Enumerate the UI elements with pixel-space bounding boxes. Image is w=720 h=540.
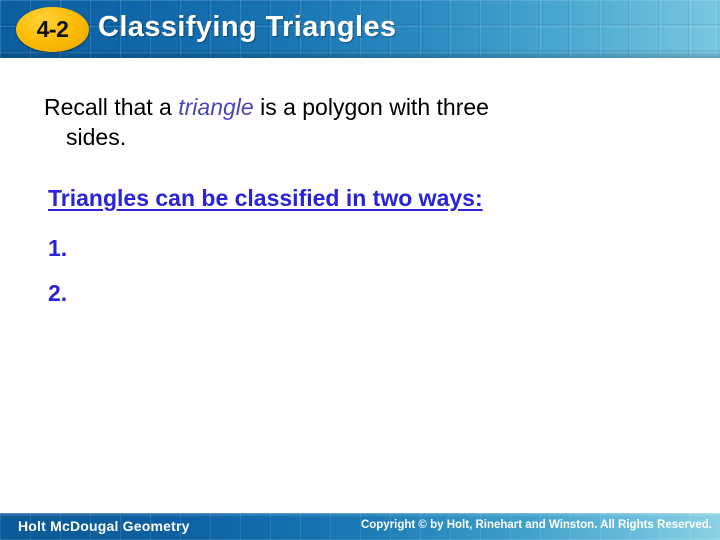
classify-heading: Triangles can be classified in two ways: bbox=[48, 185, 483, 211]
lesson-number-badge: 4-2 bbox=[16, 7, 89, 52]
recall-paragraph: Recall that a triangle is a polygon with… bbox=[44, 92, 684, 153]
list-item: 1. bbox=[48, 233, 67, 278]
recall-text-line2: sides. bbox=[66, 124, 127, 151]
slide-content-area: Recall that a triangle is a polygon with… bbox=[44, 92, 684, 306]
footer-book-title: Holt McDougal Geometry bbox=[18, 518, 190, 534]
slide-footer-bar: Holt McDougal Geometry Copyright © by Ho… bbox=[0, 513, 720, 540]
slide-header-bar: 4-2 Classifying Triangles bbox=[0, 0, 720, 58]
header-bottom-shadow bbox=[0, 50, 720, 58]
vocabulary-term-triangle: triangle bbox=[178, 94, 254, 120]
recall-text-prefix: Recall that a bbox=[44, 94, 179, 120]
footer-top-highlight bbox=[0, 513, 720, 517]
classification-list: 1. 2. bbox=[48, 233, 67, 323]
lesson-number-label: 4-2 bbox=[36, 16, 69, 42]
list-item: 2. bbox=[48, 278, 67, 323]
slide-title: Classifying Triangles bbox=[98, 11, 397, 43]
recall-text-suffix: is a polygon with three bbox=[253, 94, 489, 120]
list-item-marker: 1. bbox=[48, 235, 68, 261]
list-item-marker: 2. bbox=[48, 280, 68, 306]
footer-copyright-notice: Copyright © by Holt, Rinehart and Winsto… bbox=[360, 519, 712, 531]
